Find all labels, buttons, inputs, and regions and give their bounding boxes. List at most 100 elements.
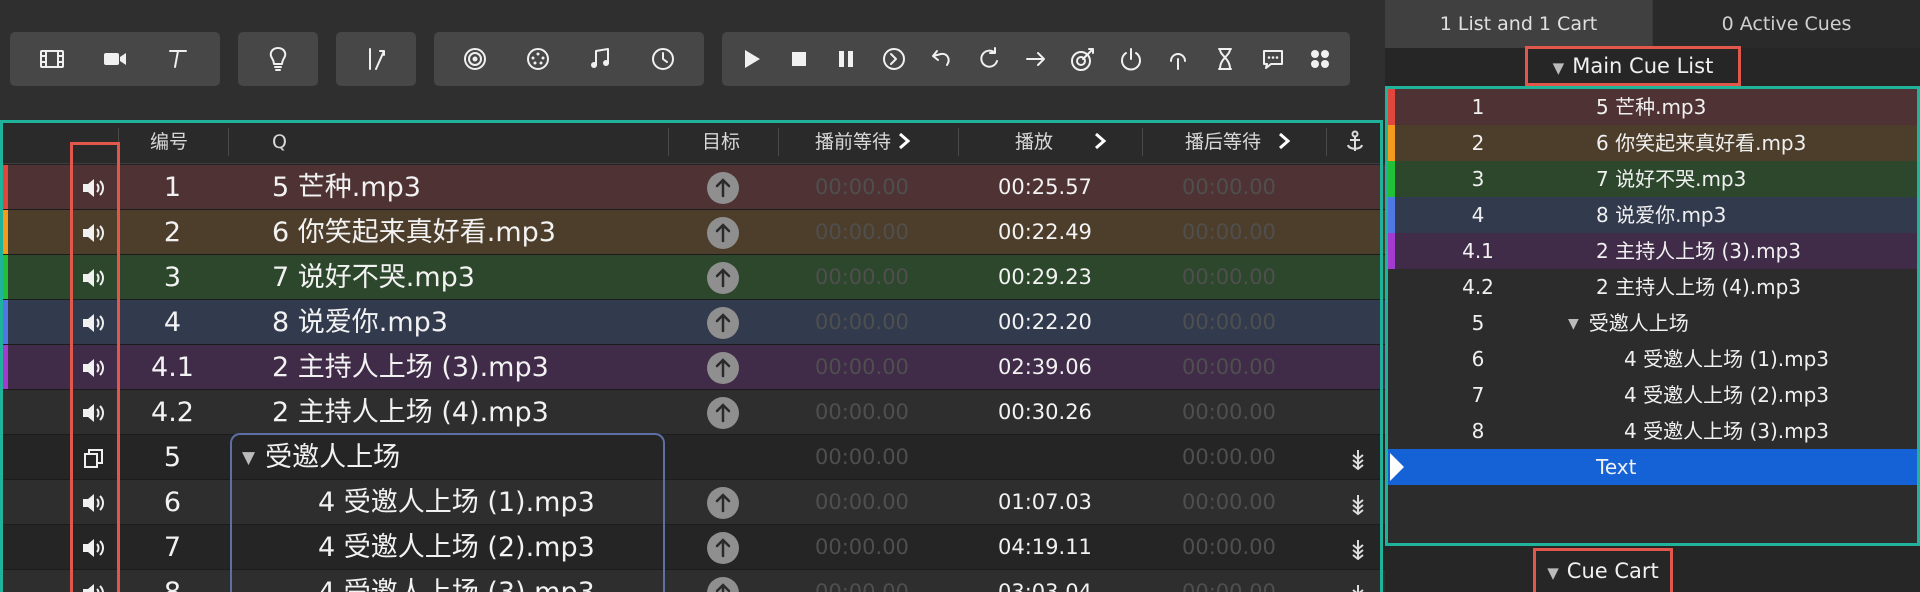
cue-number[interactable]: 4 (120, 300, 225, 345)
auto-continue-icon[interactable] (1350, 492, 1366, 516)
auto-continue-icon[interactable] (1350, 447, 1366, 471)
reset-icon[interactable] (923, 41, 959, 77)
header-action[interactable]: 播放 (1015, 120, 1107, 164)
auto-continue-icon[interactable] (1350, 582, 1366, 592)
target-arrow-icon[interactable] (707, 577, 739, 592)
postwait-value[interactable]: 00:00.00 (1182, 525, 1276, 570)
postwait-value[interactable]: 00:00.00 (1182, 255, 1276, 300)
main-cue-list-header[interactable]: ▼ Main Cue List (1525, 46, 1741, 86)
list-item[interactable]: 3 7 说好不哭.mp3 (1388, 161, 1917, 197)
load-icon[interactable] (876, 41, 912, 77)
list-item[interactable]: 8 4 受邀人上场 (3).mp3 (1388, 413, 1917, 449)
target-arrow-icon[interactable] (707, 532, 739, 564)
cue-cart-header[interactable]: ▼ Cue Cart (1533, 548, 1673, 592)
wait-icon[interactable] (1160, 41, 1196, 77)
continue-header-icon[interactable] (1345, 130, 1365, 154)
cue-number[interactable]: 7 (120, 525, 225, 570)
postwait-value[interactable]: 00:00.00 (1182, 345, 1276, 390)
disarm-icon[interactable] (1113, 41, 1149, 77)
goto-icon[interactable] (1018, 41, 1054, 77)
action-duration[interactable]: 04:19.11 (998, 525, 1092, 570)
target-arrow-icon[interactable] (707, 397, 739, 429)
target-arrow-icon[interactable] (707, 262, 739, 294)
film-icon[interactable] (34, 41, 70, 77)
table-row[interactable]: 2 6 你笑起来真好看.mp3 00:00.00 00:22.49 00:00.00 (0, 210, 1385, 255)
table-row[interactable]: 6 4 受邀人上场 (1).mp3 00:00.00 01:07.03 00:00.00 (0, 480, 1385, 525)
cue-number[interactable]: 2 (120, 210, 225, 255)
midi-icon[interactable] (520, 41, 556, 77)
tab-lists-and-carts[interactable]: 1 List and 1 Cart (1385, 0, 1652, 48)
list-item[interactable]: 4.1 2 主持人上场 (3).mp3 (1388, 233, 1917, 269)
action-duration[interactable]: 00:25.57 (998, 165, 1092, 210)
postwait-value[interactable]: 00:00.00 (1182, 570, 1276, 592)
pause-icon[interactable] (828, 41, 864, 77)
cue-name[interactable]: 2 主持人上场 (4).mp3 (272, 390, 549, 435)
action-duration[interactable]: 00:29.23 (998, 255, 1092, 300)
cue-number[interactable]: 8 (120, 570, 225, 592)
cue-name[interactable]: 4 受邀人上场 (1).mp3 (318, 480, 595, 525)
cue-name[interactable]: 2 主持人上场 (3).mp3 (272, 345, 549, 390)
cue-name[interactable]: 8 说爱你.mp3 (272, 300, 448, 345)
prewait-value[interactable]: 00:00.00 (815, 345, 909, 390)
target-arrow-icon[interactable] (707, 172, 739, 204)
table-row[interactable]: 3 7 说好不哭.mp3 00:00.00 00:29.23 00:00.00 (0, 255, 1385, 300)
text-icon[interactable] (160, 41, 196, 77)
play-icon[interactable] (734, 41, 770, 77)
music-note-icon[interactable] (582, 41, 618, 77)
memo-icon[interactable] (1255, 41, 1291, 77)
cue-name[interactable]: 7 说好不哭.mp3 (272, 255, 475, 300)
postwait-value[interactable]: 00:00.00 (1182, 390, 1276, 435)
cue-number[interactable]: 4.1 (120, 345, 225, 390)
postwait-value[interactable]: 00:00.00 (1182, 480, 1276, 525)
prewait-value[interactable]: 00:00.00 (815, 165, 909, 210)
postwait-value[interactable]: 00:00.00 (1182, 300, 1276, 345)
table-row[interactable]: 1 5 芒种.mp3 00:00.00 00:25.57 00:00.00 (0, 165, 1385, 210)
cue-name[interactable]: 6 你笑起来真好看.mp3 (272, 210, 556, 255)
action-duration[interactable]: 00:30.26 (998, 390, 1092, 435)
table-row[interactable]: 4 8 说爱你.mp3 00:00.00 00:22.20 00:00.00 (0, 300, 1385, 345)
stop-icon[interactable] (781, 41, 817, 77)
action-duration[interactable]: 00:22.20 (998, 300, 1092, 345)
cue-number[interactable]: 5 (120, 435, 225, 480)
tab-active-cues[interactable]: 0 Active Cues (1652, 0, 1920, 48)
header-number[interactable]: 编号 (150, 120, 188, 164)
cue-name[interactable]: 4 受邀人上场 (3).mp3 (318, 570, 595, 592)
target-arrow-icon[interactable] (707, 217, 739, 249)
action-duration[interactable]: 01:07.03 (998, 480, 1092, 525)
lightbulb-icon[interactable] (260, 41, 296, 77)
list-item[interactable]: 7 4 受邀人上场 (2).mp3 (1388, 377, 1917, 413)
table-row[interactable]: 5 ▼ 受邀人上场 00:00.00 00:00.00 (0, 435, 1385, 480)
cue-name[interactable]: 5 芒种.mp3 (272, 165, 421, 210)
cue-number[interactable]: 4.2 (120, 390, 225, 435)
cue-number[interactable]: 1 (120, 165, 225, 210)
action-duration[interactable]: 00:22.49 (998, 210, 1092, 255)
list-item[interactable]: 2 6 你笑起来真好看.mp3 (1388, 125, 1917, 161)
table-row[interactable]: 7 4 受邀人上场 (2).mp3 00:00.00 04:19.11 00:00.00 (0, 525, 1385, 570)
fade-icon[interactable] (358, 41, 394, 77)
postwait-value[interactable]: 00:00.00 (1182, 165, 1276, 210)
action-duration[interactable]: 02:39.06 (998, 345, 1092, 390)
arm-icon[interactable] (1065, 41, 1101, 77)
action-duration[interactable]: 03:03.04 (998, 570, 1092, 592)
table-row[interactable]: 4.1 2 主持人上场 (3).mp3 00:00.00 02:39.06 00:00.… (0, 345, 1385, 390)
target-arrow-icon[interactable] (707, 352, 739, 384)
table-row[interactable]: 8 4 受邀人上场 (3).mp3 00:00.00 03:03.04 00:00.00 (0, 570, 1385, 592)
prewait-value[interactable]: 00:00.00 (815, 390, 909, 435)
list-item[interactable]: 6 4 受邀人上场 (1).mp3 (1388, 341, 1917, 377)
cue-name[interactable]: 4 受邀人上场 (2).mp3 (318, 525, 595, 570)
target-icon[interactable] (457, 41, 493, 77)
prewait-value[interactable]: 00:00.00 (815, 300, 909, 345)
header-q[interactable]: Q (272, 120, 287, 164)
disclosure-triangle-icon[interactable]: ▼ (1568, 316, 1579, 332)
target-arrow-icon[interactable] (707, 307, 739, 339)
prewait-value[interactable]: 00:00.00 (815, 480, 909, 525)
table-row[interactable]: 4.2 2 主持人上场 (4).mp3 00:00.00 00:30.26 00:00.… (0, 390, 1385, 435)
list-item[interactable]: 4.2 2 主持人上场 (4).mp3 (1388, 269, 1917, 305)
disclosure-triangle-icon[interactable]: ▼ (242, 448, 255, 468)
header-target[interactable]: 目标 (702, 120, 740, 164)
target-arrow-icon[interactable] (707, 487, 739, 519)
postwait-value[interactable]: 00:00.00 (1182, 435, 1276, 480)
postwait-value[interactable]: 00:00.00 (1182, 210, 1276, 255)
auto-continue-icon[interactable] (1350, 537, 1366, 561)
prewait-value[interactable]: 00:00.00 (815, 435, 909, 480)
